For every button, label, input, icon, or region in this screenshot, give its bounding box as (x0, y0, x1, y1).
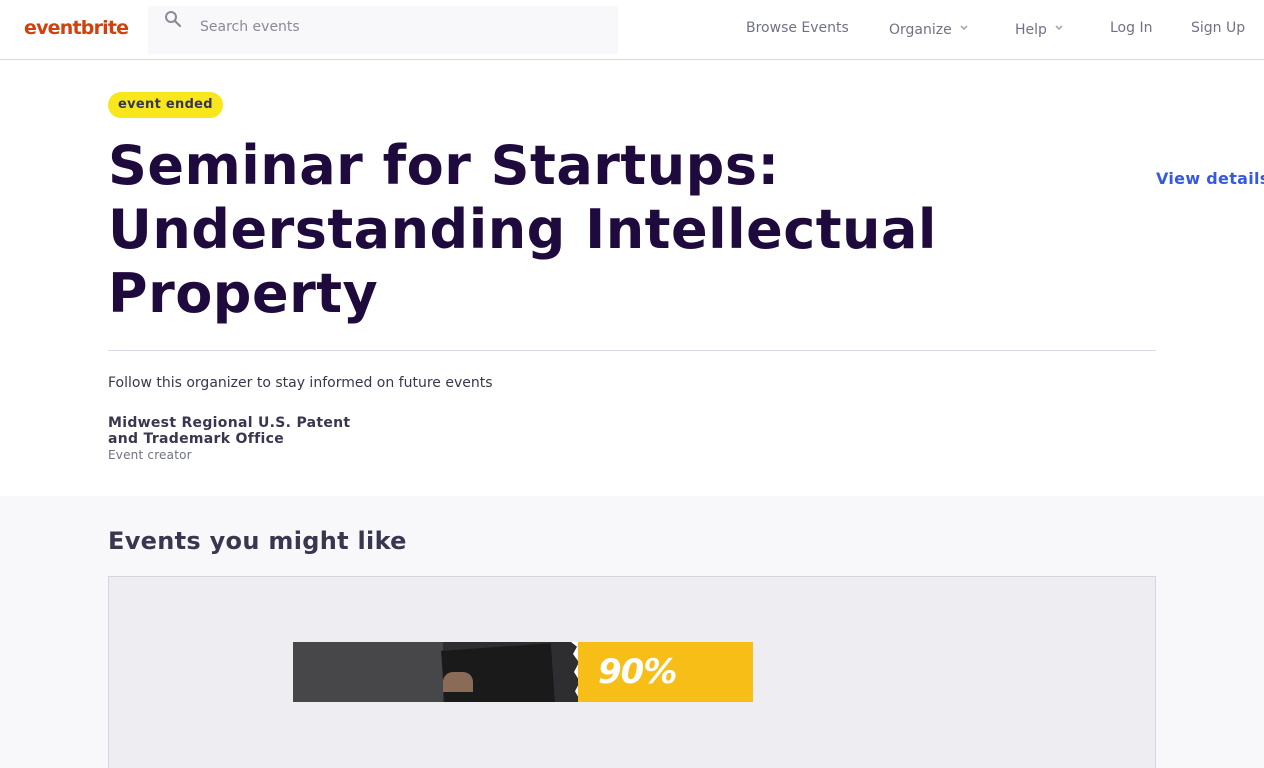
recommendations-heading: Events you might like (108, 527, 407, 555)
nav-organize-label: Organize (889, 22, 952, 38)
view-details-link[interactable]: View details (1156, 169, 1264, 188)
image-hand (443, 672, 473, 692)
login-link[interactable]: Log In (1110, 20, 1152, 36)
nav-organize[interactable]: Organize (889, 20, 968, 38)
image-background (293, 642, 443, 702)
nav-help-label: Help (1015, 22, 1047, 38)
organizer-role: Event creator (108, 448, 192, 462)
organizer-name[interactable]: Midwest Regional U.S. Patent and Tradema… (108, 415, 368, 447)
image-photo-area (293, 642, 578, 702)
search-icon (164, 10, 182, 28)
search-bar[interactable] (148, 6, 618, 54)
follow-prompt: Follow this organizer to stay informed o… (108, 375, 493, 391)
status-badge: event ended (108, 92, 223, 118)
recommendations-section: Events you might like 90% (0, 496, 1264, 768)
chevron-down-icon (1055, 20, 1063, 31)
search-input[interactable] (200, 6, 600, 48)
nav-browse-events[interactable]: Browse Events (746, 20, 849, 36)
event-card-image[interactable]: 90% (293, 642, 753, 702)
signup-link[interactable]: Sign Up (1191, 20, 1245, 36)
eventbrite-logo[interactable]: eventbrite (24, 17, 129, 39)
chevron-down-icon (960, 20, 968, 31)
image-promo-panel: 90% (578, 642, 753, 702)
nav-help[interactable]: Help (1015, 20, 1063, 38)
divider (108, 350, 1156, 351)
event-title: Seminar for Startups: Understanding Inte… (108, 134, 937, 325)
site-header: eventbrite Browse Events Organize Help L… (0, 0, 1264, 60)
image-promo-text: 90% (598, 652, 677, 692)
